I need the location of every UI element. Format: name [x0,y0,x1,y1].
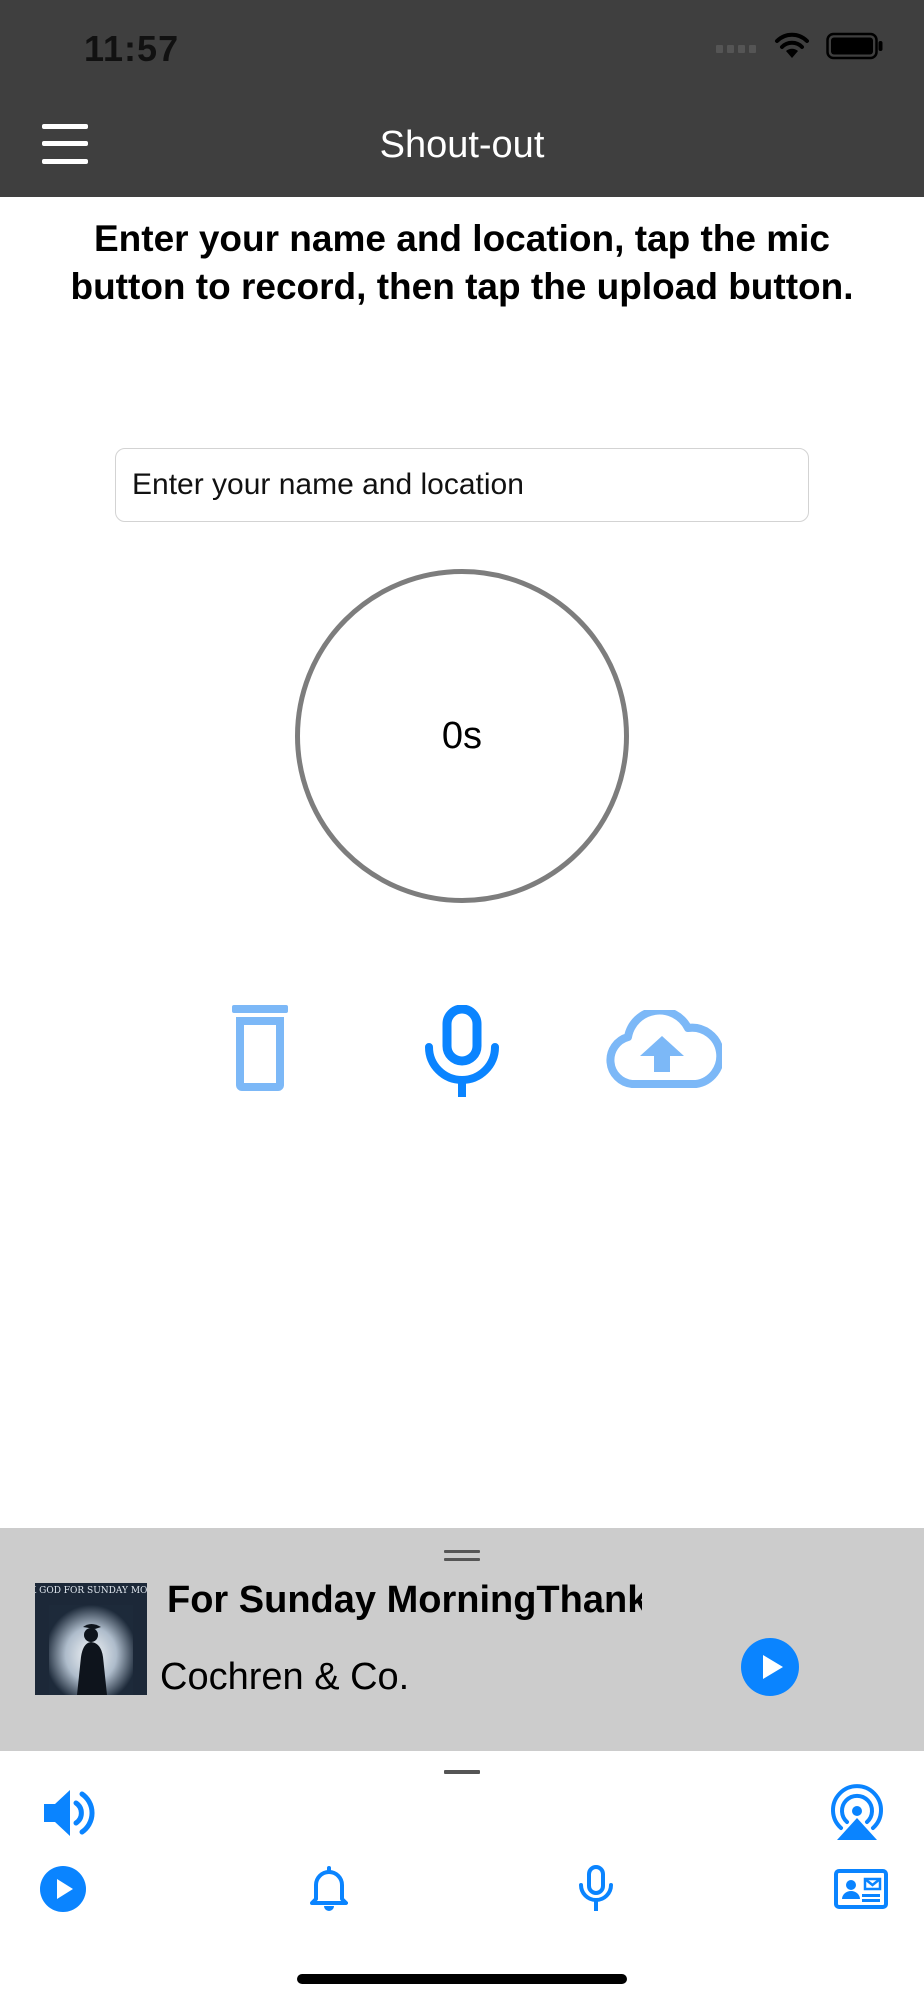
timer-label: 0s [441,714,483,757]
tab-play[interactable] [40,1866,86,1917]
album-art-text: THANK GOD FOR SUNDAY MORNING [35,1586,147,1596]
player-play-button[interactable] [741,1638,799,1701]
now-playing-bar[interactable]: THANK GOD FOR SUNDAY MORNING Thank God F… [0,1528,924,1751]
page-title: Shout-out [379,124,545,166]
volume-icon [44,1790,95,1836]
airplay-button[interactable] [829,1784,885,1845]
nav-bar: Shout-out [0,90,924,197]
track-title-marquee: Thank God For Sunday MorningThank God Fo… [158,1572,642,1628]
name-location-input[interactable] [115,448,809,522]
album-art: THANK GOD FOR SUNDAY MORNING [35,1583,147,1695]
tab-contact[interactable] [834,1869,888,1914]
cloud-upload-icon [606,1006,725,1088]
status-icons [716,32,884,60]
tab-notifications[interactable] [310,1865,348,1916]
volume-button[interactable] [42,1787,96,1844]
track-artist: Cochren & Co. [160,1656,410,1698]
airplay-icon [831,1784,883,1840]
record-button[interactable] [423,1004,501,1102]
tab-shout-out[interactable] [578,1865,614,1916]
wifi-icon [775,32,809,58]
home-indicator [297,1974,627,1984]
drag-handle-icon[interactable] [444,1550,480,1564]
instructions-text: Enter your name and location, tap the mi… [70,218,854,307]
battery-icon [826,32,883,60]
microphone-icon [425,1004,499,1097]
status-time: 11:57 [84,28,180,69]
bottom-toolbar [0,1751,924,2000]
drag-handle-icon[interactable] [444,1770,480,1774]
delete-button[interactable] [224,1001,296,1098]
contact-card-icon [834,1869,888,1909]
upload-button[interactable] [604,1006,725,1095]
recording-timer: 0s [295,569,629,903]
track-title: Thank God For Sunday MorningThank God Fo… [158,1579,642,1621]
bell-icon [310,1866,348,1911]
microphone-icon [579,1865,613,1911]
trash-icon [232,1001,288,1091]
cellular-signal-icon [716,45,756,53]
play-circle-icon [40,1866,86,1912]
play-circle-icon [741,1638,799,1696]
status-bar: 11:57 [0,0,924,90]
